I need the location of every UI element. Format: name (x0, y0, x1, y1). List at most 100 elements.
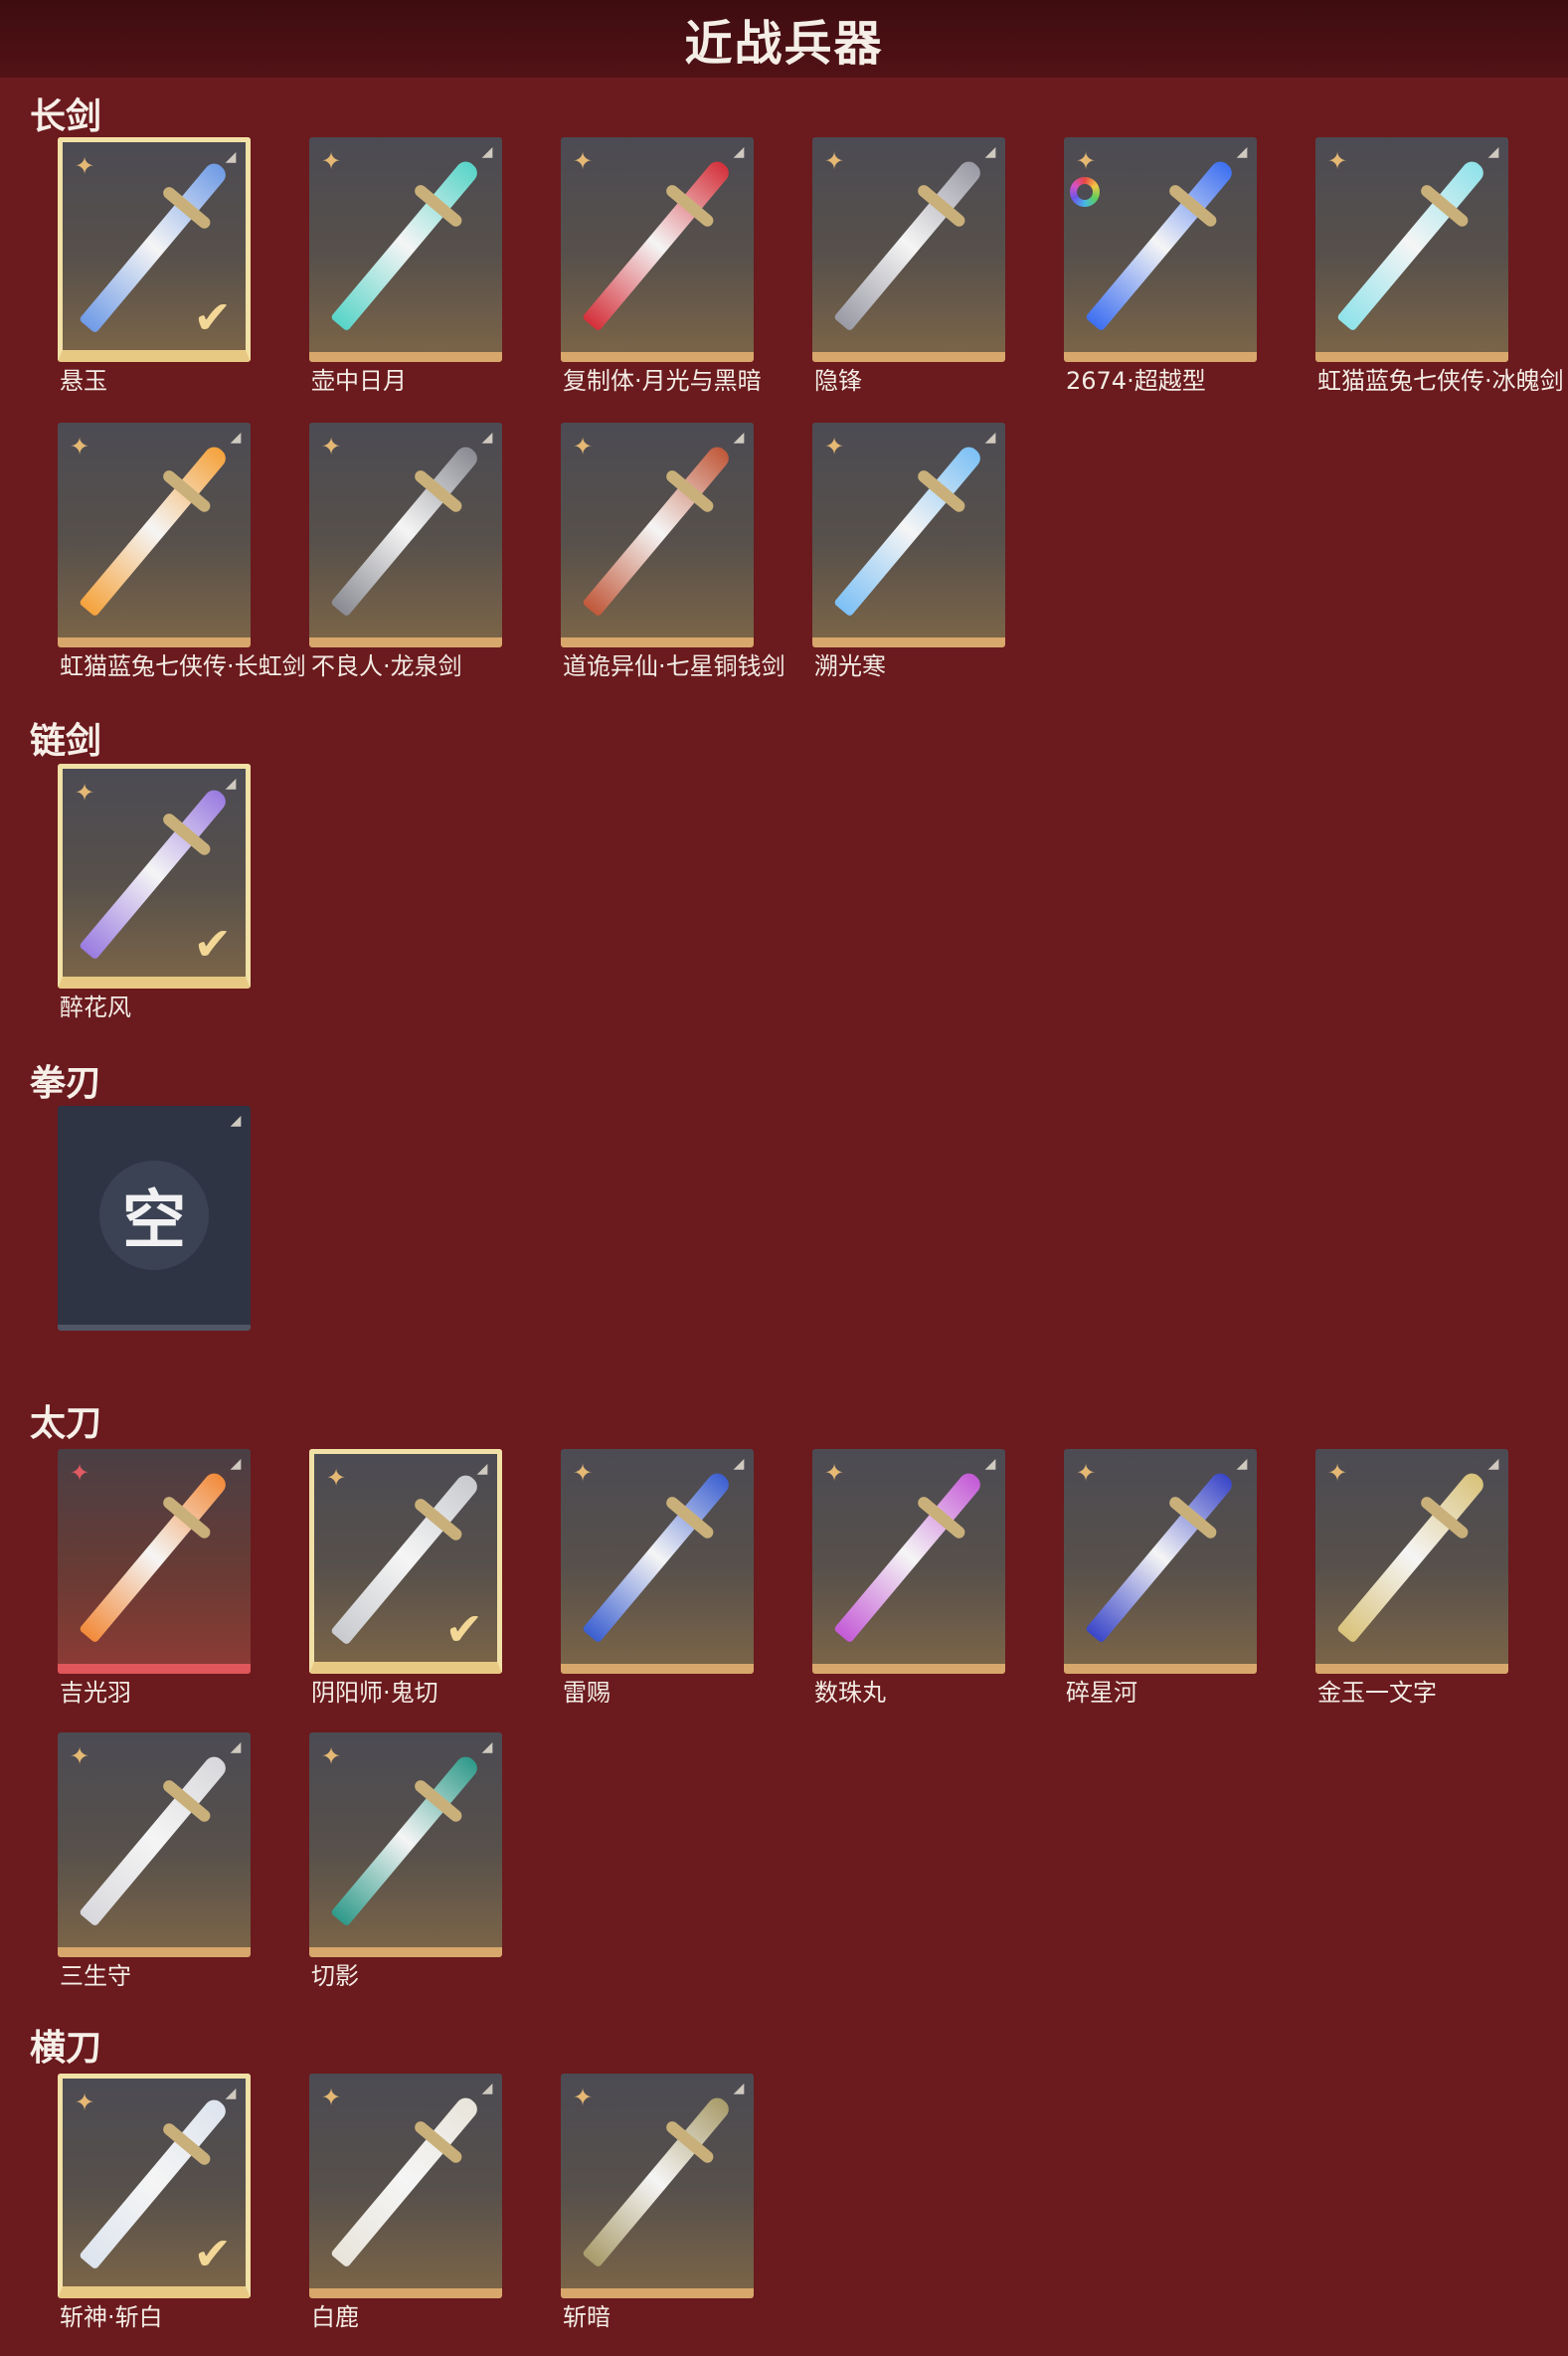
weapon-name: 2674·超越型 (1066, 367, 1206, 395)
weapon-name: 悬玉 (60, 367, 107, 395)
weapon-name: 切影 (311, 1962, 359, 1990)
weapon-card-changjian-6[interactable]: ✦ ◢ (58, 423, 251, 647)
weapon-artwork (330, 443, 481, 618)
four-point-star-icon: ✦ (74, 152, 95, 180)
weapon-artwork (330, 157, 481, 332)
weapon-card-changjian-8[interactable]: ✦ ◢ (561, 423, 754, 647)
weapon-name: 复制体·月光与黑暗 (563, 367, 762, 395)
weapon-name: 虹猫蓝兔七侠传·冰魄剑 (1317, 367, 1564, 395)
edit-corner-icon[interactable]: ◢ (227, 1738, 245, 1756)
four-point-star-icon: ✦ (1075, 1459, 1097, 1487)
checkmark-icon: ✔ (193, 290, 232, 344)
edit-corner-icon[interactable]: ◢ (478, 143, 496, 161)
edit-corner-icon[interactable]: ◢ (981, 1455, 999, 1473)
weapon-card-changjian-9[interactable]: ✦ ◢ (812, 423, 1005, 647)
weapon-card-hengdao-2[interactable]: ✦ ◢ (561, 2074, 754, 2298)
edit-corner-icon[interactable]: ◢ (1233, 1455, 1251, 1473)
weapon-card-changjian-1[interactable]: ✦ ◢ (309, 137, 502, 362)
weapon-artwork (833, 1469, 984, 1644)
weapon-card-lianjian-0[interactable]: ✦ ✔ ◢ (58, 764, 251, 989)
edit-corner-icon[interactable]: ◢ (478, 2080, 496, 2097)
edit-corner-icon[interactable]: ◢ (227, 429, 245, 447)
weapon-name: 三生守 (60, 1962, 131, 1990)
weapon-artwork (833, 157, 984, 332)
weapon-card-taidao-2[interactable]: ✦ ◢ (561, 1449, 754, 1674)
section-title-hengdao: 横刀 (30, 2028, 102, 2069)
weapon-artwork (582, 1469, 733, 1644)
section-title-changjian: 长剑 (30, 96, 102, 137)
weapon-name: 碎星河 (1066, 1679, 1137, 1707)
weapon-card-changjian-7[interactable]: ✦ ◢ (309, 423, 502, 647)
four-point-star-icon: ✦ (572, 433, 594, 460)
four-point-star-icon: ✦ (320, 433, 342, 460)
edit-corner-icon[interactable]: ◢ (730, 143, 748, 161)
edit-corner-icon[interactable]: ◢ (473, 1460, 491, 1478)
weapon-card-changjian-5[interactable]: ✦ ◢ (1315, 137, 1508, 362)
weapon-card-taidao-5[interactable]: ✦ ◢ (1315, 1449, 1508, 1674)
edit-corner-icon[interactable]: ◢ (478, 429, 496, 447)
four-point-star-icon: ✦ (1326, 1459, 1348, 1487)
section-title-taidao: 太刀 (30, 1403, 102, 1444)
four-point-star-icon: ✦ (823, 147, 845, 175)
edit-corner-icon[interactable]: ◢ (981, 143, 999, 161)
weapon-card-taidao-4[interactable]: ✦ ◢ (1064, 1449, 1257, 1674)
edit-corner-icon[interactable]: ◢ (227, 1112, 245, 1130)
page-title: 近战兵器 (684, 16, 884, 72)
weapon-artwork (79, 443, 230, 618)
section-title-lianjian: 链剑 (30, 721, 102, 762)
weapon-artwork (330, 2093, 481, 2268)
edit-corner-icon[interactable]: ◢ (730, 1455, 748, 1473)
weapon-card-changjian-4[interactable]: ✦ ◢ (1064, 137, 1257, 362)
edit-corner-icon[interactable]: ◢ (222, 148, 240, 166)
edit-corner-icon[interactable]: ◢ (1484, 1455, 1502, 1473)
checkmark-icon: ✔ (193, 2227, 232, 2280)
edit-corner-icon[interactable]: ◢ (227, 1455, 245, 1473)
weapon-card-changjian-0[interactable]: ✦ ✔ ◢ (58, 137, 251, 362)
checkmark-icon: ✔ (193, 917, 232, 971)
weapon-card-taidao-3[interactable]: ✦ ◢ (812, 1449, 1005, 1674)
weapon-name: 吉光羽 (60, 1679, 131, 1707)
weapon-card-hengdao-0[interactable]: ✦ ✔ ◢ (58, 2074, 251, 2298)
weapon-artwork (582, 443, 733, 618)
weapon-artwork (1085, 1469, 1236, 1644)
weapon-name: 醉花风 (60, 994, 131, 1021)
checkmark-icon: ✔ (444, 1602, 483, 1656)
weapon-artwork (79, 1752, 230, 1927)
four-point-star-icon: ✦ (572, 147, 594, 175)
four-point-star-icon: ✦ (320, 147, 342, 175)
edit-corner-icon[interactable]: ◢ (222, 775, 240, 793)
weapon-card-hengdao-1[interactable]: ✦ ◢ (309, 2074, 502, 2298)
weapon-card-taidao-7[interactable]: ✦ ◢ (309, 1732, 502, 1957)
weapon-name: 不良人·龙泉剑 (311, 652, 462, 680)
four-point-star-icon: ✦ (823, 1459, 845, 1487)
edit-corner-icon[interactable]: ◢ (730, 429, 748, 447)
four-point-star-icon: ✦ (572, 1459, 594, 1487)
weapon-card-taidao-0[interactable]: ✦ ◢ (58, 1449, 251, 1674)
four-point-star-icon: ✦ (74, 779, 95, 807)
weapon-artwork (833, 443, 984, 618)
edit-corner-icon[interactable]: ◢ (222, 2084, 240, 2102)
edit-corner-icon[interactable]: ◢ (1233, 143, 1251, 161)
weapon-name: 隐锋 (814, 367, 862, 395)
weapon-card-taidao-1[interactable]: ✦ ✔ ◢ (309, 1449, 502, 1674)
edit-corner-icon[interactable]: ◢ (478, 1738, 496, 1756)
four-point-star-icon: ✦ (320, 1742, 342, 1770)
four-point-star-icon: ✦ (1075, 147, 1097, 175)
edit-corner-icon[interactable]: ◢ (1484, 143, 1502, 161)
four-point-star-icon: ✦ (572, 2084, 594, 2111)
weapon-name: 溯光寒 (814, 652, 886, 680)
weapon-card-quanren-0[interactable]: 空 ◢ (58, 1106, 251, 1331)
weapon-name: 斩神·斩白 (60, 2303, 163, 2331)
edit-corner-icon[interactable]: ◢ (730, 2080, 748, 2097)
weapon-name: 数珠丸 (814, 1679, 886, 1707)
weapon-card-taidao-6[interactable]: ✦ ◢ (58, 1732, 251, 1957)
edit-corner-icon[interactable]: ◢ (981, 429, 999, 447)
four-point-star-icon: ✦ (823, 433, 845, 460)
four-point-star-icon: ✦ (320, 2084, 342, 2111)
weapon-artwork (1336, 1469, 1487, 1644)
weapon-card-changjian-3[interactable]: ✦ ◢ (812, 137, 1005, 362)
four-point-star-icon: ✦ (69, 1459, 90, 1487)
weapon-name: 雷赐 (563, 1679, 610, 1707)
weapon-name: 白鹿 (311, 2303, 359, 2331)
weapon-card-changjian-2[interactable]: ✦ ◢ (561, 137, 754, 362)
